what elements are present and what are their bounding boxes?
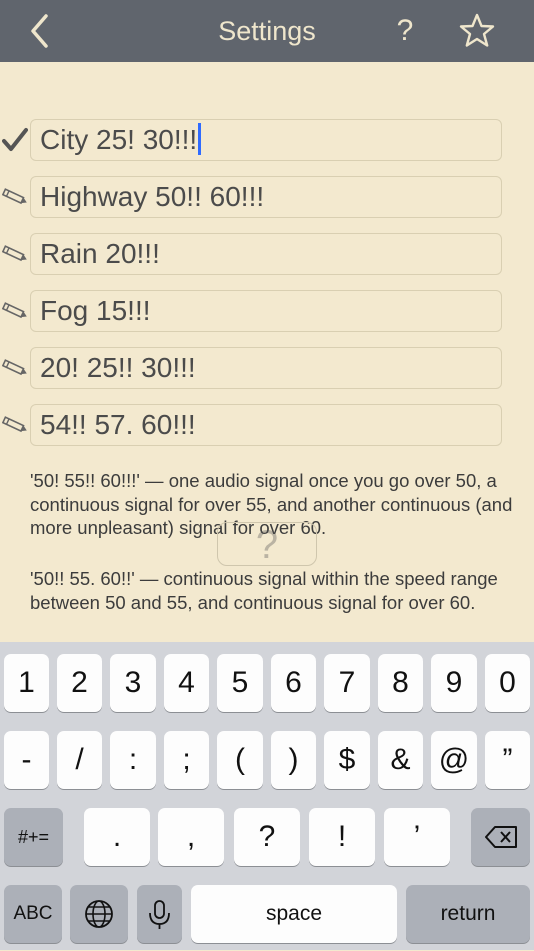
key-9[interactable]: 9 [431, 654, 477, 712]
key-semicolon[interactable]: ; [164, 731, 209, 789]
checkmark-icon [2, 127, 28, 153]
key-slash[interactable]: / [57, 731, 102, 789]
key-question[interactable]: ? [234, 808, 300, 866]
key-open-paren[interactable]: ( [217, 731, 263, 789]
key-more-symbols[interactable]: #+= [4, 808, 63, 866]
key-8[interactable]: 8 [378, 654, 423, 712]
key-colon[interactable]: : [110, 731, 156, 789]
text-cursor [198, 123, 202, 155]
key-4[interactable]: 4 [164, 654, 209, 712]
key-6[interactable]: 6 [271, 654, 316, 712]
key-3[interactable]: 3 [110, 654, 156, 712]
favorite-button[interactable] [458, 12, 496, 50]
profile-row: Rain 20!!! [0, 233, 534, 277]
pencil-icon[interactable] [1, 355, 28, 381]
abc-key[interactable]: ABC [4, 885, 62, 943]
profile-row: Highway 50!! 60!!! [0, 176, 534, 220]
profile-field[interactable]: 20! 25!! 30!!! [30, 347, 502, 389]
floating-help-button[interactable]: ? [217, 522, 317, 567]
key-1[interactable]: 1 [4, 654, 49, 712]
profile-field[interactable]: 54!! 57. 60!!! [30, 404, 502, 446]
key-5[interactable]: 5 [217, 654, 263, 712]
numeric-keyboard: 1 2 3 4 5 6 7 8 9 0 - / : ; ( ) $ & @ ” … [0, 642, 534, 950]
key-0[interactable]: 0 [485, 654, 530, 712]
pencil-icon[interactable] [1, 412, 28, 438]
delete-key[interactable] [471, 808, 530, 866]
star-icon [459, 13, 495, 47]
key-comma[interactable]: , [158, 808, 224, 866]
navigation-bar: Settings ? [0, 0, 534, 62]
key-at[interactable]: @ [431, 731, 477, 789]
profile-row: City 25! 30!!! [0, 119, 534, 163]
space-key[interactable]: space [191, 885, 397, 943]
pencil-icon[interactable] [1, 241, 28, 267]
profile-row: 54!! 57. 60!!! [0, 404, 534, 448]
key-quote[interactable]: ” [485, 731, 530, 789]
globe-icon [85, 900, 113, 928]
help-button[interactable]: ? [390, 12, 420, 50]
profile-field[interactable]: City 25! 30!!! [30, 119, 502, 161]
pencil-icon[interactable] [1, 184, 28, 210]
key-exclamation[interactable]: ! [309, 808, 375, 866]
profile-field[interactable]: Fog 15!!! [30, 290, 502, 332]
key-7[interactable]: 7 [324, 654, 370, 712]
key-hyphen[interactable]: - [4, 731, 49, 789]
profile-row: 20! 25!! 30!!! [0, 347, 534, 391]
microphone-icon [149, 900, 170, 929]
help-paragraph: '50!! 55. 60!!' — continuous signal with… [30, 568, 498, 613]
key-ampersand[interactable]: & [378, 731, 423, 789]
key-apostrophe[interactable]: ’ [384, 808, 450, 866]
dictation-key[interactable] [137, 885, 182, 943]
pencil-icon[interactable] [1, 298, 28, 324]
profile-field[interactable]: Highway 50!! 60!!! [30, 176, 502, 218]
globe-key[interactable] [70, 885, 128, 943]
key-dollar[interactable]: $ [324, 731, 370, 789]
profile-row: Fog 15!!! [0, 290, 534, 334]
backspace-icon [485, 826, 517, 848]
return-key[interactable]: return [406, 885, 530, 943]
key-period[interactable]: . [84, 808, 150, 866]
profile-field[interactable]: Rain 20!!! [30, 233, 502, 275]
key-2[interactable]: 2 [57, 654, 102, 712]
key-close-paren[interactable]: ) [271, 731, 316, 789]
page-title: Settings [218, 16, 316, 46]
